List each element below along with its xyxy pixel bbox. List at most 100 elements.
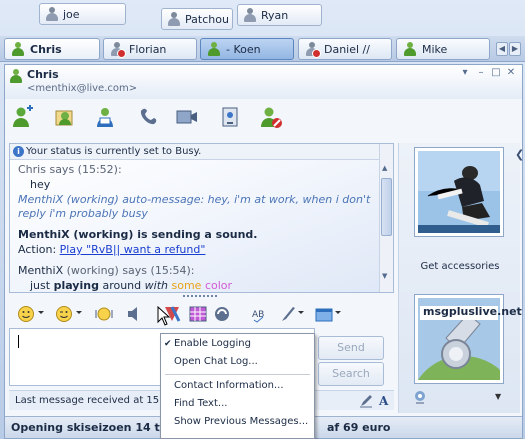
menu-item-enable-logging[interactable]: ✔ Enable Logging — [161, 335, 314, 353]
floating-contact-label: joe — [63, 7, 80, 21]
menu-item-label: Contact Information... — [174, 380, 284, 391]
wink-icon[interactable] — [55, 305, 73, 323]
contact-display-picture[interactable] — [414, 147, 504, 237]
pane-splitter[interactable] — [183, 295, 217, 298]
floating-contact-label: Patchou — [185, 12, 229, 26]
minimize-icon[interactable]: – — [475, 68, 487, 79]
menu-item-label: Open Chat Log... — [174, 356, 258, 367]
sound-action-label: Action: — [18, 243, 57, 256]
own-display-picture[interactable]: msgpluslive.net — [414, 294, 522, 384]
floating-contact-patchou[interactable]: Patchou — [161, 8, 233, 30]
chevron-down-icon[interactable] — [38, 311, 44, 314]
chevron-down-icon[interactable]: ▼ — [495, 392, 501, 401]
display-picture-panel: Get accessories msgpluslive.net ▼ — [398, 143, 522, 413]
menu-separator — [165, 374, 310, 375]
conversation-scrollbar[interactable]: ▲ ▼ — [379, 144, 393, 292]
menu-item-find-text[interactable]: Find Text... — [161, 395, 314, 413]
contact-icon — [45, 7, 59, 21]
floating-contact-ryan[interactable]: Ryan — [237, 4, 322, 26]
auto-message-line: MenthiX (working) auto-message: hey, i'm… — [18, 193, 371, 206]
tab-mike[interactable]: Mike — [396, 38, 490, 60]
chevron-down-icon[interactable] — [76, 311, 82, 314]
message-word: just — [30, 279, 51, 292]
window-icon[interactable] — [315, 305, 333, 323]
font-icon[interactable]: A — [379, 391, 388, 411]
voice-clip-icon[interactable] — [125, 305, 143, 323]
message-word-bold: playing — [53, 279, 99, 292]
dropdown-icon[interactable]: ▾ — [459, 68, 471, 79]
menu-item-label: Enable Logging — [174, 338, 251, 349]
tab-label: Chris — [30, 42, 62, 56]
floating-contact-joe[interactable]: joe — [39, 3, 126, 25]
send-button[interactable]: Send — [318, 336, 384, 360]
tab-scroll-right-icon[interactable]: ▶ — [509, 42, 521, 56]
message-word-pink: color — [204, 279, 233, 292]
tab-florian[interactable]: Florian — [103, 38, 197, 60]
send-files-icon[interactable] — [53, 105, 77, 129]
contact-online-icon — [207, 42, 221, 56]
tab-daniel[interactable]: Daniel // — [298, 38, 392, 60]
menu-item-open-chat-log[interactable]: Open Chat Log... — [161, 353, 314, 371]
contact-name: Chris — [27, 68, 59, 81]
chevron-down-icon[interactable] — [298, 311, 304, 314]
mouse-cursor-icon — [157, 306, 171, 326]
ink-icon[interactable] — [213, 305, 231, 323]
contact-busy-icon — [305, 42, 321, 58]
skateboarder-picture — [418, 151, 500, 233]
search-button[interactable]: Search — [318, 362, 384, 386]
close-icon[interactable]: ✕ — [505, 68, 517, 79]
nudge-icon[interactable] — [95, 305, 113, 323]
get-accessories-link[interactable]: Get accessories — [399, 261, 521, 272]
menu-item-show-previous-messages[interactable]: Show Previous Messages... — [161, 413, 314, 431]
chevron-down-icon[interactable] — [335, 311, 341, 314]
scroll-up-icon[interactable]: ▲ — [382, 164, 387, 172]
block-icon[interactable] — [259, 105, 283, 129]
conversation-history[interactable]: i Your status is currently set to Busy. … — [9, 143, 394, 293]
log-context-menu: ✔ Enable Logging Open Chat Log... Contact… — [160, 333, 315, 439]
menu-item-label: Show Previous Messages... — [174, 416, 309, 427]
video-icon[interactable] — [175, 105, 199, 129]
tab-scroll-left-icon[interactable]: ◀ — [496, 42, 508, 56]
contact-online-icon — [403, 42, 417, 56]
check-icon: ✔ — [164, 339, 172, 349]
tab-label: Florian — [129, 42, 167, 56]
ad-text-left: Opening skiseizoen 14 t/m — [11, 421, 176, 434]
games-icon[interactable] — [219, 105, 243, 129]
contact-icon — [167, 12, 181, 26]
sender-meta: (working) says (15:54): — [66, 264, 195, 277]
sound-action: Action: Play "RvB|| want a refund" — [18, 243, 205, 256]
status-notice-text: Your status is currently set to Busy. — [26, 146, 202, 157]
message-header: MenthiX (working) says (15:54): — [18, 264, 195, 277]
ink-pen-icon[interactable] — [359, 394, 373, 408]
menu-item-label: Find Text... — [174, 398, 228, 409]
contact-email: <menthix@live.com> — [27, 83, 138, 94]
grid-icon[interactable] — [189, 305, 207, 323]
tab-chris[interactable]: Chris — [4, 38, 100, 60]
ad-picture-text: msgpluslive.net — [423, 305, 522, 318]
brush-icon[interactable] — [279, 305, 297, 323]
sender-name: MenthiX — [18, 264, 64, 277]
text-caret — [18, 335, 19, 348]
svg-text:AB: AB — [252, 310, 264, 320]
maximize-icon[interactable]: □ — [490, 68, 502, 79]
message-word: around — [102, 279, 142, 292]
scroll-down-icon[interactable]: ▼ — [382, 272, 387, 280]
tab-koen[interactable]: - Koen — [200, 38, 294, 60]
message-header: Chris says (15:52): — [18, 163, 122, 176]
info-icon: i — [13, 146, 24, 157]
conversation-tab-bar: Chris Florian - Koen Daniel // Mike ◀ ▶ — [0, 36, 525, 62]
panel-collapse-icon[interactable]: ❮ — [515, 148, 524, 161]
tab-label: - Koen — [226, 42, 261, 56]
play-sound-link[interactable]: Play "RvB|| want a refund" — [60, 243, 206, 256]
menu-item-contact-information[interactable]: Contact Information... — [161, 377, 314, 395]
spell-check-icon[interactable]: AB — [251, 305, 269, 323]
webcam-small-icon[interactable] — [413, 390, 427, 404]
format-toolbar: AB — [9, 303, 394, 325]
floating-contact-label: Ryan — [261, 8, 289, 22]
invite-icon[interactable] — [11, 105, 35, 129]
call-icon[interactable] — [137, 105, 161, 129]
message-word-orange: some — [171, 279, 202, 292]
emoticon-icon[interactable] — [17, 305, 35, 323]
webcam-icon[interactable] — [93, 105, 117, 129]
scroll-thumb[interactable] — [381, 178, 392, 236]
